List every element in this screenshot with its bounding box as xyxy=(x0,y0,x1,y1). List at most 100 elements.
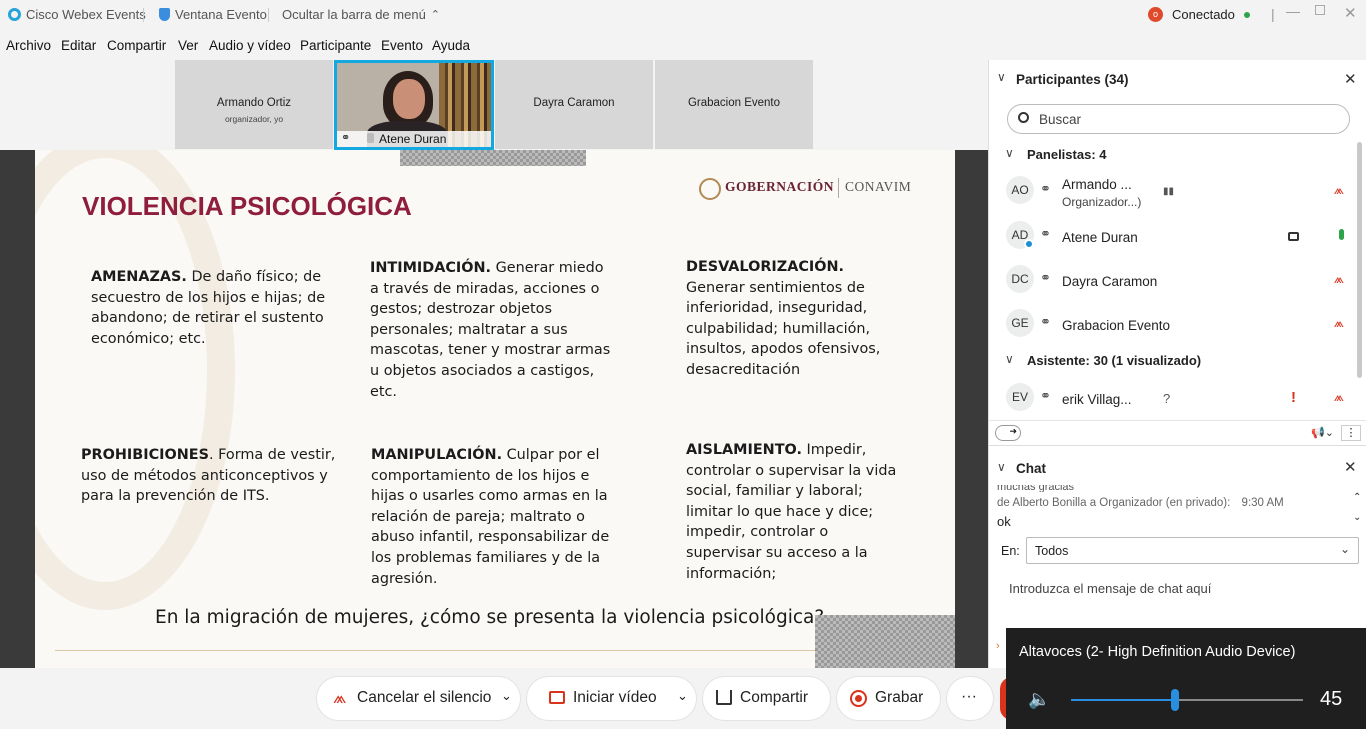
menu-audio-video[interactable]: Audio y vídeo xyxy=(209,38,291,53)
scroll-down-icon[interactable]: ⌄ xyxy=(1353,512,1361,523)
logo-conavim: CONAVIM xyxy=(845,179,912,194)
mic-icon xyxy=(367,133,374,143)
menu-compartir[interactable]: Compartir xyxy=(107,38,166,53)
search-icon xyxy=(1018,112,1029,123)
share-label: Compartir xyxy=(740,689,809,706)
muted-mic-icon[interactable]: ⩕ xyxy=(1334,389,1344,405)
tile-name: Grabacion Evento xyxy=(687,97,781,109)
share-button[interactable]: Compartir xyxy=(703,677,830,720)
participant-row-grabacion[interactable]: GE ⚭ Grabacion Evento ⩕ xyxy=(1006,305,1356,345)
participant-name: Dayra Caramon xyxy=(1062,274,1158,289)
muted-mic-icon[interactable]: ⩕ xyxy=(1334,315,1344,331)
search-placeholder: Buscar xyxy=(1039,112,1082,127)
menu-participante[interactable]: Participante xyxy=(300,38,371,53)
chat-header: Chat xyxy=(1016,461,1046,476)
presenter-badge-icon xyxy=(1024,239,1034,249)
close-button[interactable]: ✕ xyxy=(1344,4,1357,22)
headset-icon: ⚭ xyxy=(1040,226,1051,241)
chat-input[interactable]: Introduzca el mensaje de chat aquí xyxy=(1001,576,1356,616)
seal-icon xyxy=(699,178,721,200)
chat-input-placeholder: Introduzca el mensaje de chat aquí xyxy=(1009,581,1212,596)
avatar: AO xyxy=(1006,176,1034,204)
volume-value: 45 xyxy=(1320,688,1343,710)
megaphone-icon[interactable]: 📢⌄ xyxy=(1311,426,1334,439)
collapse-chevron-icon[interactable]: ∨ xyxy=(1005,146,1014,160)
search-field[interactable]: Buscar xyxy=(1007,104,1350,134)
menu-editar[interactable]: Editar xyxy=(61,38,96,53)
chevron-down-icon[interactable]: ∨ xyxy=(1005,352,1014,366)
chat-sender: de Alberto Bonilla a Organizador (en pri… xyxy=(997,497,1231,509)
chat-recipient-value: Todos xyxy=(1035,544,1069,558)
participant-name: erik Villag... xyxy=(1062,392,1132,407)
chevron-down-icon[interactable]: ⌄ xyxy=(677,688,688,704)
block-manipulacion: MANIPULACIÓN. Culpar por el comportamien… xyxy=(371,447,610,587)
video-tile-grabacion[interactable]: Grabacion Evento xyxy=(655,60,813,149)
maximize-button[interactable] xyxy=(1315,5,1325,15)
menu-ayuda[interactable]: Ayuda xyxy=(432,38,470,53)
collapsed-panel-arrow[interactable]: › xyxy=(996,640,1000,652)
question-icon: ? xyxy=(1163,391,1171,406)
menu-evento[interactable]: Evento xyxy=(381,38,423,53)
hide-menu-button[interactable]: Ocultar la barra de menú ⌃ xyxy=(282,7,440,22)
muted-mic-icon[interactable]: ⩕ xyxy=(1334,182,1344,198)
chat-time: 9:30 AM xyxy=(1241,497,1284,509)
participant-name: Atene Duran xyxy=(1062,230,1138,245)
speaker-icon[interactable]: 🔈 xyxy=(1028,689,1050,710)
more-options-icon[interactable]: ⋮ xyxy=(1341,425,1361,441)
participant-name: Armando ... xyxy=(1062,177,1132,192)
event-window-button[interactable]: Ventana Evento xyxy=(159,7,267,22)
participant-row-atene[interactable]: AD ⚭ Atene Duran xyxy=(1006,217,1356,257)
scroll-up-icon[interactable]: ⌃ xyxy=(1353,492,1361,503)
record-status-icon: o xyxy=(1148,7,1163,22)
title-bar: Cisco Webex Events Ventana Evento Oculta… xyxy=(0,0,1366,30)
hide-menu-label: Ocultar la barra de menú xyxy=(282,7,426,22)
video-tile-armando[interactable]: Armando Ortiz organizador, yo xyxy=(175,60,333,149)
muted-mic-icon[interactable]: ⩕ xyxy=(1334,271,1344,287)
record-button[interactable]: Grabar xyxy=(837,677,940,720)
participants-footer: ➜ 📢⌄ ⋮ xyxy=(989,420,1366,446)
video-tile-dayra[interactable]: Dayra Caramon xyxy=(495,60,653,149)
minimize-icon[interactable]: | xyxy=(1271,6,1275,22)
menu-archivo[interactable]: Archivo xyxy=(6,38,51,53)
block-prohibiciones: PROHIBICIONES. Forma de vestir, uso de m… xyxy=(81,447,336,505)
unmute-button[interactable]: ⩕ Cancelar el silencio ⌄ xyxy=(317,677,520,720)
menu-bar: Archivo Editar Compartir Ver Audio y víd… xyxy=(0,34,990,58)
participant-row-dayra[interactable]: DC ⚭ Dayra Caramon ⩕ xyxy=(1006,261,1356,301)
scrollbar[interactable] xyxy=(1357,142,1362,378)
tile-name: Armando Ortiz xyxy=(216,97,292,109)
chevron-down-icon: ⌄ xyxy=(1339,542,1350,556)
chat-message-text: ok xyxy=(997,514,1011,529)
record-dot-icon xyxy=(855,695,862,702)
chat-recipient-label: En: xyxy=(1001,544,1020,558)
gobernacion-logo: GOBERNACIÓN CONAVIM xyxy=(699,178,921,202)
collapse-chevron-icon[interactable]: ∨ xyxy=(997,460,1006,474)
chat-message-meta: de Alberto Bonilla a Organizador (en pri… xyxy=(997,497,1284,509)
status-label: Conectado xyxy=(1172,7,1235,22)
block-aislamiento: AISLAMIENTO. Impedir, controlar o superv… xyxy=(686,442,897,582)
block-intimidacion: INTIMIDACIÓN. Generar miedo a través de … xyxy=(370,260,611,400)
collapse-chevron-icon[interactable]: ∨ xyxy=(997,70,1006,84)
participant-name: Grabacion Evento xyxy=(1062,318,1171,333)
block-desvalorizacion: DESVALORIZACIÓN. Generar sentimientos de… xyxy=(686,259,881,378)
participant-row-armando[interactable]: AO ⚭ Armando ... Organizador...) ▮▮ ⩕ xyxy=(1006,172,1356,212)
avatar: EV xyxy=(1006,383,1034,411)
app-title: Cisco Webex Events xyxy=(8,7,146,22)
menu-ver[interactable]: Ver xyxy=(178,38,198,53)
chevron-down-icon[interactable]: ⌄ xyxy=(501,688,512,704)
active-mic-icon[interactable] xyxy=(1339,229,1344,240)
video-off-icon xyxy=(549,691,565,704)
video-tile-atene[interactable]: ⚭ Atene Duran xyxy=(334,60,494,150)
close-participants-button[interactable]: ✕ xyxy=(1344,70,1357,88)
record-label: Grabar xyxy=(875,689,924,706)
participant-row-erik[interactable]: EV ⚭ erik Villag... ? ! ⩕ xyxy=(1006,379,1356,419)
headset-icon: ⚭ xyxy=(1040,314,1051,329)
headset-icon: ⚭ xyxy=(1040,270,1051,285)
start-video-button[interactable]: Iniciar vídeo ⌄ xyxy=(527,677,696,720)
close-chat-button[interactable]: ✕ xyxy=(1344,458,1357,476)
headset-icon: ⚭ xyxy=(341,132,351,144)
volume-slider-thumb[interactable] xyxy=(1171,689,1180,711)
chat-recipient-select[interactable]: Todos ⌄ xyxy=(1026,537,1359,564)
minimize-button[interactable]: — xyxy=(1286,3,1300,19)
more-options-button[interactable]: ··· xyxy=(947,677,993,720)
raise-hand-toggle-icon[interactable]: ➜ xyxy=(995,425,1021,441)
